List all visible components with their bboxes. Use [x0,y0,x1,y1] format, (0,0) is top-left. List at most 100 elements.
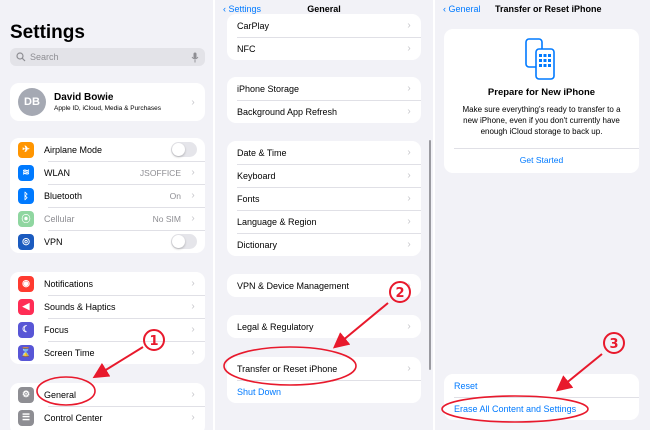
row-label: Reset [454,380,478,391]
chevron-right-icon: › [407,280,411,291]
row-label: Notifications [44,278,94,289]
sidebar-item-airplane-mode[interactable]: ✈ Airplane Mode [10,138,205,161]
chevron-right-icon: › [407,193,411,204]
general-group-d: VPN & Device Management › [227,274,421,297]
chevron-right-icon: › [407,106,411,117]
chevron-right-icon: › [407,239,411,250]
vpn-icon: ◎ [18,233,34,250]
transfer-nav-bar: ‹ General Transfer or Reset iPhone [435,0,650,18]
vpn-toggle[interactable] [171,234,197,249]
profile-name: David Bowie [54,92,114,103]
list-item-legal-regulatory[interactable]: Legal & Regulatory › [227,315,421,338]
search-field[interactable]: Search [10,48,205,66]
row-label: Shut Down [237,386,282,397]
profile-card[interactable]: DB David Bowie Apple ID, iCloud, Media &… [10,83,205,121]
general-panel: ‹ Settings General CarPlay › NFC › iPhon… [215,0,433,430]
sidebar-item-bluetooth[interactable]: ᛒ Bluetooth On › [10,184,205,207]
sidebar-item-control-center[interactable]: ☰ Control Center › [10,406,205,429]
chevron-right-icon: › [407,216,411,227]
list-item-date-time[interactable]: Date & Time › [227,141,421,164]
row-label: Dictionary [237,239,278,250]
general-group-c: Date & Time › Keyboard › Fonts › Languag… [227,141,421,256]
reset-group: Reset Erase All Content and Settings [444,374,639,420]
row-label: Sounds & Haptics [44,301,116,312]
list-item-transfer-reset[interactable]: Transfer or Reset iPhone › [227,357,421,380]
general-group-e: Legal & Regulatory › [227,315,421,338]
chevron-right-icon: › [191,96,195,108]
page-title: Settings [10,22,85,43]
sidebar-item-focus[interactable]: ☾ Focus › [10,318,205,341]
sidebar-item-notifications[interactable]: ◉ Notifications › [10,272,205,295]
back-button[interactable]: ‹ General [443,4,481,14]
list-item-language-region[interactable]: Language & Region › [227,210,421,233]
reset-button[interactable]: Reset [444,374,639,397]
hourglass-icon: ⌛ [18,344,34,361]
general-group-b: iPhone Storage › Background App Refresh … [227,77,421,123]
get-started-button[interactable]: Get Started [444,155,639,165]
profile-subtitle: Apple ID, iCloud, Media & Purchases [54,105,161,112]
row-label: Fonts [237,193,260,204]
row-label: Background App Refresh [237,106,338,117]
row-label: Screen Time [44,347,95,358]
card-separator [454,148,639,149]
prepare-card: Prepare for New iPhone Make sure everyth… [444,29,639,173]
nav-title: Transfer or Reset iPhone [495,4,602,14]
chevron-right-icon: › [191,301,195,312]
sidebar-item-wlan[interactable]: ≋ WLAN JSOFFICE › [10,161,205,184]
scroll-indicator[interactable] [429,140,431,370]
general-group: ⚙ General › ☰ Control Center › [10,383,205,430]
row-value: JSOFFICE [139,167,181,178]
row-label: Cellular [44,213,75,224]
chevron-right-icon: › [191,167,195,178]
transfer-reset-panel: ‹ General Transfer or Reset iPhone Prepa… [435,0,650,430]
airplane-mode-toggle[interactable] [171,142,197,157]
card-title: Prepare for New iPhone [487,87,596,98]
cellular-icon: ⦿ [18,210,34,227]
row-label: Control Center [44,412,103,423]
settings-panel: Settings Search DB David Bowie Apple ID,… [0,0,213,430]
list-item-nfc[interactable]: NFC › [227,37,421,60]
list-item-carplay[interactable]: CarPlay › [227,14,421,37]
row-label: Focus [44,324,69,335]
notifications-icon: ◉ [18,275,34,292]
transfer-phones-icon [525,38,555,80]
row-label: Date & Time [237,147,287,158]
microphone-icon[interactable] [191,52,199,63]
list-item-background-app-refresh[interactable]: Background App Refresh › [227,100,421,123]
list-item-iphone-storage[interactable]: iPhone Storage › [227,77,421,100]
row-label: Keyboard [237,170,276,181]
wifi-icon: ≋ [18,164,34,181]
sidebar-item-sounds[interactable]: ◀ Sounds & Haptics › [10,295,205,318]
search-icon [16,52,26,62]
row-value: On [169,190,181,201]
general-group-a: CarPlay › NFC › [227,14,421,60]
list-item-dictionary[interactable]: Dictionary › [227,233,421,256]
bluetooth-icon: ᛒ [18,187,34,204]
network-group: ✈ Airplane Mode ≋ WLAN JSOFFICE › ᛒ Blue… [10,138,205,253]
sidebar-item-general[interactable]: ⚙ General › [10,383,205,406]
chevron-right-icon: › [407,363,411,374]
card-description: Make sure everything's ready to transfer… [462,105,621,136]
sidebar-item-screen-time[interactable]: ⌛ Screen Time › [10,341,205,364]
list-item-keyboard[interactable]: Keyboard › [227,164,421,187]
chevron-right-icon: › [407,43,411,54]
list-item-fonts[interactable]: Fonts › [227,187,421,210]
chevron-right-icon: › [407,83,411,94]
row-label: Bluetooth [44,190,83,201]
row-label: VPN [44,236,63,247]
moon-icon: ☾ [18,321,34,338]
chevron-right-icon: › [191,389,195,400]
row-label: Transfer or Reset iPhone [237,363,338,374]
erase-all-button[interactable]: Erase All Content and Settings [444,397,639,420]
row-label: General [44,389,77,400]
sidebar-item-vpn[interactable]: ◎ VPN [10,230,205,253]
chevron-right-icon: › [407,170,411,181]
chevron-right-icon: › [407,321,411,332]
speaker-icon: ◀ [18,298,34,315]
sidebar-item-cellular[interactable]: ⦿ Cellular No SIM › [10,207,205,230]
alerts-group: ◉ Notifications › ◀ Sounds & Haptics › ☾… [10,272,205,364]
control-center-icon: ☰ [18,409,34,426]
row-label: CarPlay [237,20,270,31]
list-item-vpn-device-management[interactable]: VPN & Device Management › [227,274,421,297]
shut-down-button[interactable]: Shut Down [227,380,421,403]
